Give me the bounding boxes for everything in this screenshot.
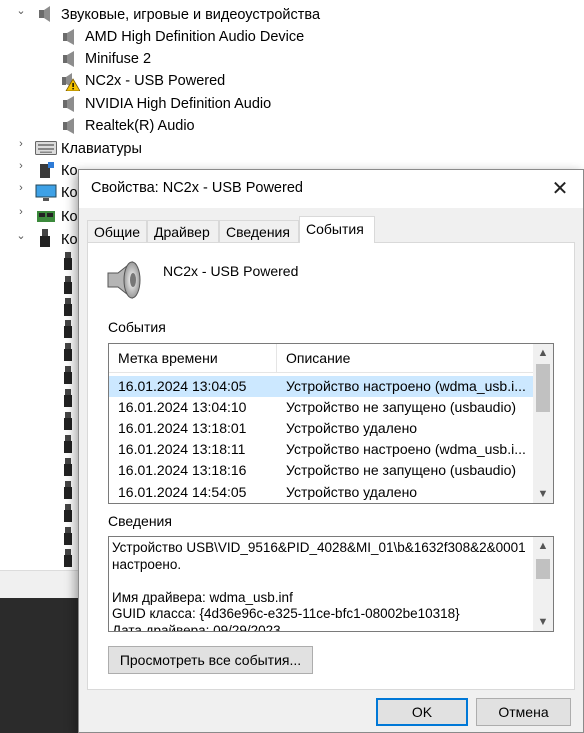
usb-icon (64, 549, 72, 567)
ok-button[interactable]: OK (376, 698, 468, 726)
category-sound-label[interactable]: Звуковые, игровые и видеоустройства (61, 4, 320, 26)
usb-icon (64, 252, 72, 270)
events-tab-panel: NC2x - USB Powered События Метка времени… (87, 242, 575, 690)
event-row[interactable]: 16.01.2024 13:04:10 Устройство не запуще… (109, 397, 533, 418)
usb-icon (64, 481, 72, 499)
warning-speaker-icon (62, 73, 80, 91)
events-list[interactable]: Метка времени Описание 16.01.2024 13:04:… (108, 343, 554, 504)
usb-icon (64, 458, 72, 476)
scroll-down-icon[interactable]: ▼ (533, 485, 553, 503)
view-all-events-button[interactable]: Просмотреть все события... (108, 646, 313, 674)
event-row[interactable]: 16.01.2024 13:04:05 Устройство настроено… (109, 376, 533, 397)
event-time: 16.01.2024 13:18:01 (118, 420, 247, 436)
speaker-icon (63, 96, 74, 112)
usb-icon (64, 504, 72, 522)
computer-device-icon (40, 162, 54, 178)
tree-item-nc2x[interactable]: NC2x - USB Powered (85, 70, 225, 92)
events-scrollbar[interactable]: ▲ ▼ (533, 344, 553, 503)
category-partial-1[interactable]: Ко (61, 160, 78, 182)
column-header-timestamp[interactable]: Метка времени (109, 344, 277, 372)
event-time: 16.01.2024 13:04:10 (118, 399, 247, 415)
usb-icon (64, 343, 72, 361)
usb-icon (64, 389, 72, 407)
event-description: Устройство не запущено (usbaudio) (286, 399, 517, 415)
keyboard-icon (35, 141, 57, 155)
event-time: 16.01.2024 14:54:05 (118, 484, 247, 500)
event-description: Устройство не запущено (usbaudio) (286, 462, 517, 478)
tree-item-realtek-audio[interactable]: Realtek(R) Audio (85, 115, 195, 137)
speaker-icon (63, 118, 74, 134)
usb-icon (64, 320, 72, 338)
usb-icon (64, 527, 72, 545)
tab-driver[interactable]: Драйвер (147, 220, 219, 242)
chevron-right-icon[interactable]: › (16, 206, 26, 228)
usb-icon (40, 229, 50, 247)
tab-general[interactable]: Общие (87, 220, 147, 242)
event-description: Устройство удалено (286, 484, 418, 500)
usb-icon (64, 412, 72, 430)
category-partial-2[interactable]: Ко (61, 182, 78, 204)
event-row[interactable]: 16.01.2024 13:18:16 Устройство не запуще… (109, 460, 533, 481)
category-partial-3[interactable]: Ко (61, 206, 78, 228)
usb-icon (64, 276, 72, 294)
tree-item-minifuse[interactable]: Minifuse 2 (85, 48, 151, 70)
event-description: Устройство удалено (286, 420, 418, 436)
tab-details[interactable]: Сведения (219, 220, 299, 242)
tab-events[interactable]: События (299, 216, 375, 243)
usb-icon (64, 435, 72, 453)
event-row[interactable]: 16.01.2024 13:18:11 Устройство настроено… (109, 439, 533, 460)
speaker-icon (63, 29, 74, 45)
usb-icon (64, 298, 72, 316)
event-time: 16.01.2024 13:18:16 (118, 462, 247, 478)
chevron-down-icon[interactable]: ⌄ (16, 4, 26, 26)
details-scrollbar[interactable]: ▲ ▼ (533, 537, 553, 631)
tree-item-amd-audio[interactable]: AMD High Definition Audio Device (85, 26, 304, 48)
event-details-textbox[interactable]: Устройство USB\VID_9516&PID_4028&MI_01\b… (108, 536, 554, 632)
scroll-thumb[interactable] (536, 364, 550, 412)
category-keyboards-label[interactable]: Клавиатуры (61, 138, 142, 160)
speaker-icon (39, 6, 50, 22)
column-header-description[interactable]: Описание (277, 344, 533, 372)
chevron-down-icon[interactable]: ⌄ (16, 229, 26, 251)
event-details-text: Устройство USB\VID_9516&PID_4028&MI_01\b… (112, 540, 526, 632)
chevron-right-icon[interactable]: › (16, 138, 26, 160)
scroll-up-icon[interactable]: ▲ (533, 537, 553, 555)
chevron-right-icon[interactable]: › (16, 160, 26, 182)
tree-item-nvidia-audio[interactable]: NVIDIA High Definition Audio (85, 93, 271, 115)
chevron-right-icon[interactable]: › (16, 182, 26, 204)
event-description: Устройство настроено (wdma_usb.i... (286, 378, 526, 394)
events-list-header: Метка времени Описание (109, 344, 533, 373)
event-time: 16.01.2024 13:18:11 (118, 441, 246, 457)
network-card-icon (37, 211, 55, 222)
usb-icon (64, 366, 72, 384)
speaker-icon (63, 51, 74, 67)
events-label: События (108, 319, 166, 335)
cancel-button[interactable]: Отмена (476, 698, 571, 726)
device-name: NC2x - USB Powered (163, 263, 299, 279)
close-icon[interactable]: ✕ (537, 170, 583, 208)
scroll-up-icon[interactable]: ▲ (533, 344, 553, 362)
event-row[interactable]: 16.01.2024 14:54:05 Устройство удалено (109, 482, 533, 503)
speaker-icon (107, 260, 141, 300)
dialog-title: Свойства: NC2x - USB Powered (91, 180, 303, 196)
scroll-down-icon[interactable]: ▼ (533, 613, 553, 631)
category-usb-partial[interactable]: Ко (61, 229, 78, 251)
scroll-thumb[interactable] (536, 559, 550, 579)
event-time: 16.01.2024 13:04:05 (118, 378, 247, 394)
dialog-titlebar[interactable]: Свойства: NC2x - USB Powered ✕ (79, 170, 583, 208)
monitor-icon (35, 184, 57, 201)
event-row[interactable]: 16.01.2024 13:18:01 Устройство удалено (109, 418, 533, 439)
properties-dialog: Свойства: NC2x - USB Powered ✕ Общие Дра… (78, 169, 584, 733)
details-label: Сведения (108, 513, 172, 529)
event-description: Устройство настроено (wdma_usb.i... (286, 441, 526, 457)
